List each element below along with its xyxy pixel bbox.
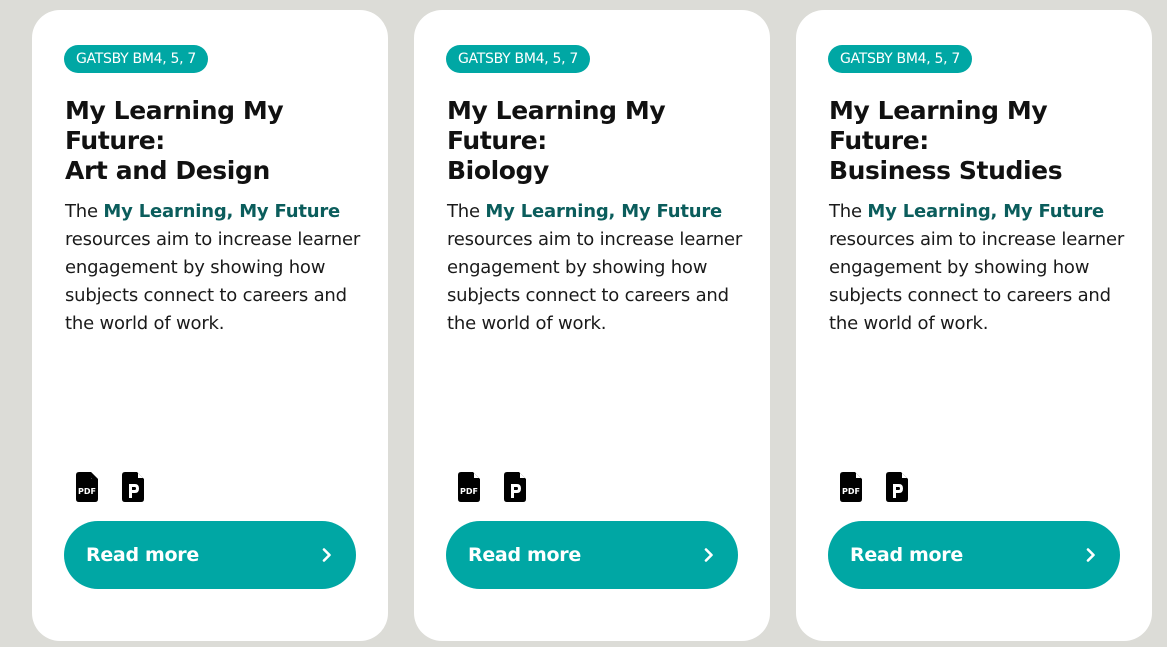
- description-suffix: resources aim to increase learner engage…: [447, 229, 743, 334]
- description-prefix: The: [65, 201, 104, 222]
- card-title-line-2: Art and Design: [65, 156, 270, 185]
- read-more-button[interactable]: Read more: [828, 521, 1120, 589]
- gatsby-badge: GATSBY BM4, 5, 7: [828, 45, 973, 73]
- gatsby-badge: GATSBY BM4, 5, 7: [64, 45, 209, 73]
- description-prefix: The: [829, 201, 868, 222]
- read-more-button[interactable]: Read more: [446, 521, 738, 589]
- card-title-line-2: Business Studies: [829, 156, 1063, 185]
- description-suffix: resources aim to increase learner engage…: [829, 229, 1125, 334]
- my-learning-my-future-link[interactable]: My Learning, My Future: [485, 201, 722, 222]
- my-learning-my-future-link[interactable]: My Learning, My Future: [867, 201, 1104, 222]
- file-type-icons: PDF: [840, 472, 910, 502]
- description-prefix: The: [447, 201, 486, 222]
- card-description: The My Learning, My Future resources aim…: [65, 198, 365, 338]
- chevron-right-icon: [322, 548, 331, 562]
- file-type-icons: PDF: [458, 472, 528, 502]
- card-description: The My Learning, My Future resources aim…: [829, 198, 1129, 338]
- card-title[interactable]: My Learning My Future: Biology: [447, 96, 747, 186]
- card-title-line-2: Biology: [447, 156, 549, 185]
- pdf-file-icon[interactable]: PDF: [76, 472, 100, 502]
- pdf-file-icon[interactable]: PDF: [840, 472, 864, 502]
- svg-text:PDF: PDF: [78, 487, 96, 496]
- my-learning-my-future-link[interactable]: My Learning, My Future: [103, 201, 340, 222]
- gatsby-badge: GATSBY BM4, 5, 7: [446, 45, 591, 73]
- chevron-right-icon: [1086, 548, 1095, 562]
- resource-card-art-and-design: GATSBY BM4, 5, 7 My Learning My Future: …: [32, 10, 388, 641]
- read-more-label: Read more: [850, 544, 963, 566]
- resource-cards-row: GATSBY BM4, 5, 7 My Learning My Future: …: [32, 10, 1152, 641]
- card-title-line-1: My Learning My Future:: [829, 96, 1048, 155]
- chevron-right-icon: [704, 548, 713, 562]
- description-suffix: resources aim to increase learner engage…: [65, 229, 361, 334]
- powerpoint-file-icon[interactable]: [504, 472, 528, 502]
- card-title[interactable]: My Learning My Future: Business Studies: [829, 96, 1129, 186]
- read-more-button[interactable]: Read more: [64, 521, 356, 589]
- card-title-line-1: My Learning My Future:: [65, 96, 284, 155]
- pdf-file-icon[interactable]: PDF: [458, 472, 482, 502]
- resource-card-business-studies: GATSBY BM4, 5, 7 My Learning My Future: …: [796, 10, 1152, 641]
- card-description: The My Learning, My Future resources aim…: [447, 198, 747, 338]
- svg-text:PDF: PDF: [842, 487, 860, 496]
- powerpoint-file-icon[interactable]: [122, 472, 146, 502]
- resource-card-biology: GATSBY BM4, 5, 7 My Learning My Future: …: [414, 10, 770, 641]
- card-title[interactable]: My Learning My Future: Art and Design: [65, 96, 365, 186]
- powerpoint-file-icon[interactable]: [886, 472, 910, 502]
- read-more-label: Read more: [468, 544, 581, 566]
- card-title-line-1: My Learning My Future:: [447, 96, 666, 155]
- read-more-label: Read more: [86, 544, 199, 566]
- svg-text:PDF: PDF: [460, 487, 478, 496]
- file-type-icons: PDF: [76, 472, 146, 502]
